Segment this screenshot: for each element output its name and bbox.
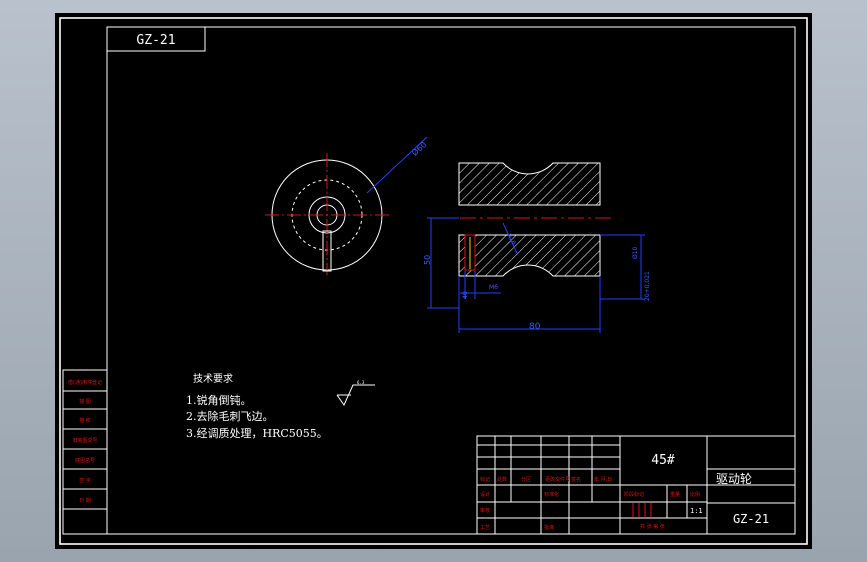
tb-header-2: 分区 — [521, 476, 531, 483]
section-view — [433, 162, 611, 277]
tb-drawing-no: GZ-21 — [733, 512, 769, 526]
side-label-2: 描 校 — [79, 417, 91, 424]
dim-keyway: M6 — [489, 284, 498, 291]
drawing-canvas: GZ-21 借(通)用件登记描 图描 校旧底图总号底图总号签 字日 期 Ø60 — [59, 17, 808, 545]
dim-hole: Ø10 — [632, 246, 639, 259]
dim-length: 80 — [529, 322, 541, 332]
tb-weight: 重量 — [670, 491, 680, 498]
tb-role-design: 设计 — [480, 491, 490, 498]
tb-header-5: 年.月.日 — [594, 476, 612, 483]
tb-header-3: 更改文件号 — [545, 476, 570, 483]
tech-heading: 技术要求 — [193, 372, 233, 385]
tb-material: 45# — [651, 453, 675, 468]
roughness-value: 6.3 — [357, 380, 365, 385]
cad-viewport[interactable]: GZ-21 借(通)用件登记描 图描 校旧底图总号底图总号签 字日 期 Ø60 — [55, 13, 812, 549]
tb-header-0: 标记 — [480, 476, 490, 483]
tech-note-3: 3.经调质处理，HRC5055。 — [186, 427, 328, 440]
side-label-column — [62, 369, 108, 535]
tb-stage: 阶段标记 — [624, 491, 644, 498]
tb-std: 标准化 — [544, 491, 559, 498]
side-label-5: 签 字 — [79, 477, 91, 484]
side-label-0: 借(通)用件登记 — [68, 379, 102, 386]
dim-height: 50 — [423, 255, 432, 265]
tech-note-1: 1.锐角倒钝。 — [186, 393, 252, 407]
tb-sheet: 共 张 第 张 — [640, 523, 665, 530]
dia-outer-label: Ø60 — [409, 139, 428, 157]
roughness-symbol — [336, 384, 375, 407]
front-view — [265, 136, 428, 275]
dim-fit: 20+0.021 — [644, 271, 651, 301]
tb-role-process: 工艺 — [480, 525, 490, 531]
dim-side: 40 — [462, 291, 469, 299]
side-label-4: 底图总号 — [75, 457, 95, 464]
tb-approve: 批准 — [544, 524, 554, 531]
tech-note-2: 2.去除毛刺飞边。 — [186, 409, 274, 423]
tb-role-review: 审核 — [480, 507, 490, 514]
tb-header-1: 处数 — [497, 476, 507, 483]
side-label-3: 旧底图总号 — [72, 437, 97, 444]
tb-header-4: 签名 — [571, 476, 581, 483]
side-label-1: 描 图 — [79, 398, 91, 405]
code-box-text: GZ-21 — [136, 33, 175, 48]
tb-scale-label: 比例 — [690, 491, 700, 498]
tb-scale: 1:1 — [690, 507, 703, 515]
tb-part-name: 驱动轮 — [716, 472, 752, 486]
outer-border — [59, 17, 808, 545]
drawing-frame — [106, 26, 796, 535]
side-label-6: 日 期 — [79, 498, 91, 504]
